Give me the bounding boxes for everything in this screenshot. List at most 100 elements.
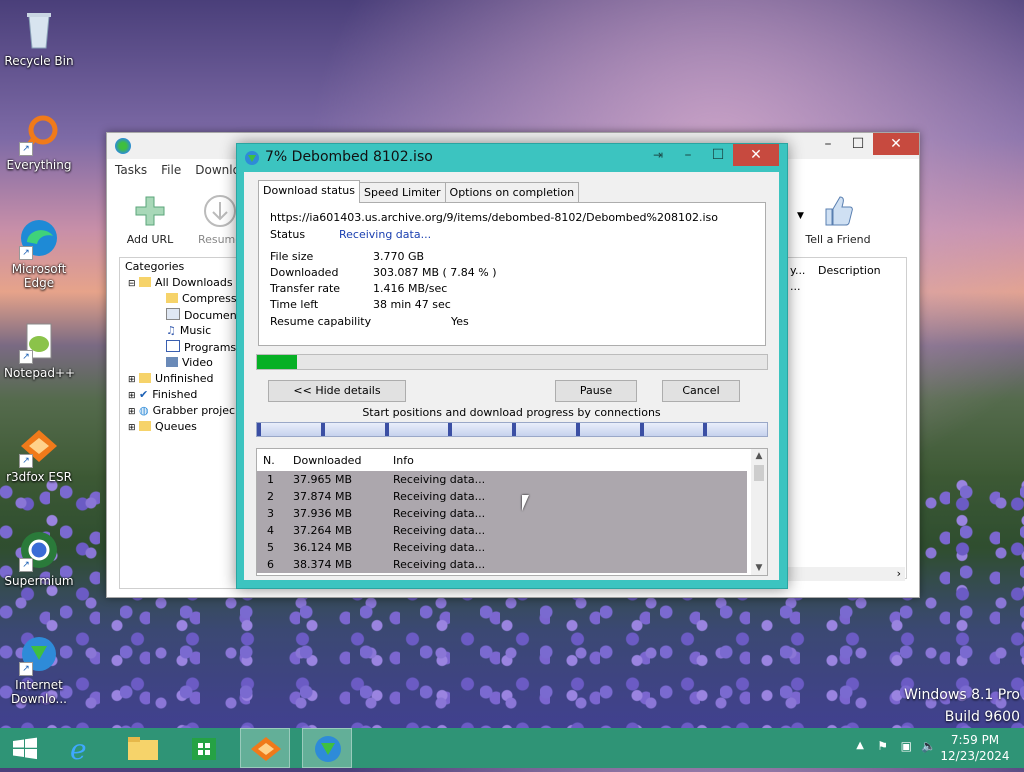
resume-capability-label: Resume capability [270,315,372,328]
tab-options-on-completion[interactable]: Options on completion [444,182,580,203]
time-left-value: 38 min 47 sec [373,298,451,311]
downloaded-label: Downloaded [270,266,339,279]
table-row[interactable]: 4 37.264 MB Receiving data... [257,522,747,539]
tab-speed-limiter[interactable]: Speed Limiter [358,182,446,203]
table-row[interactable]: 5 36.124 MB Receiving data... [257,539,747,556]
tree-unfinished[interactable]: ⊞ Unfinished [128,372,213,385]
action-center-flag-icon[interactable]: ⚑ [877,739,888,753]
column-downloaded[interactable]: Downloaded [293,454,361,467]
clock[interactable]: 7:59 PM 12/23/2024 [940,732,1010,764]
dialog-titlebar[interactable]: 7% Debombed 8102.iso ⇥ – ☐ ✕ [237,144,787,172]
tab-download-status[interactable]: Download status [258,180,360,203]
dialog-maximize-button[interactable]: ☐ [703,144,733,166]
tree-all-downloads[interactable]: ⊟ All Downloads [128,276,233,289]
start-button[interactable] [0,728,50,768]
table-row[interactable]: 1 37.965 MB Receiving data... [257,471,747,488]
volume-muted-icon[interactable]: 🔈 [921,739,936,753]
tree-video[interactable]: Video [166,356,213,369]
r3dfox-icon [251,737,281,761]
table-row[interactable]: 3 37.936 MB Receiving data... [257,505,747,522]
dialog-close-button[interactable]: ✕ [733,144,779,166]
idm-app-icon [115,138,131,154]
network-icon[interactable]: ▣ [901,739,912,753]
desktop-icon-label: Notepad++ [4,366,76,380]
clock-time: 7:59 PM [950,733,1000,747]
desktop-icon-edge[interactable]: ↗ Microsoft Edge [4,216,74,290]
dialog-options-icon[interactable]: ⇥ [643,144,673,166]
desktop-icon-label: Internet Downlo... [11,678,67,706]
desktop-icon-notepadpp[interactable]: ↗ Notepad++ [4,320,76,380]
download-progress-dialog[interactable]: 7% Debombed 8102.iso ⇥ – ☐ ✕ Download st… [236,143,788,589]
thumbs-up-icon [820,193,856,229]
taskbar-file-explorer[interactable] [118,728,168,768]
categories-header: Categories [125,260,185,273]
check-icon: ✔ [139,388,149,401]
desktop-icon-supermium[interactable]: ↗ Supermium [4,528,74,588]
main-minimize-button[interactable]: – [813,133,843,155]
tree-programs[interactable]: Programs [166,340,236,354]
mouse-cursor [522,495,529,511]
tree-queues[interactable]: ⊞ Queues [128,420,197,433]
pause-button[interactable]: Pause [555,380,637,402]
dialog-tabs: Download status Speed Limiter Options on… [258,180,580,203]
idm-icon: ↗ [17,632,61,676]
list-horizontal-scrollbar[interactable]: › [787,567,905,581]
download-url: https://ia601403.us.archive.org/9/items/… [270,211,718,224]
search-icon: ↗ [17,112,61,156]
column-info[interactable]: Info [393,454,414,467]
column-n[interactable]: N. [263,454,275,467]
connections-vertical-scrollbar[interactable]: ▲ ▼ [751,449,767,575]
connections-table[interactable]: N. Downloaded Info 1 37.965 MB Receiving… [256,448,768,576]
download-arrow-icon [202,193,238,229]
connection-marker [575,423,580,436]
add-url-button[interactable]: Add URL [115,189,185,246]
download-list[interactable]: y... Description ... [787,257,907,579]
connection-marker [703,423,708,436]
column-header-partial[interactable]: y... [790,264,805,277]
connections-table-header: N. Downloaded Info [257,449,747,471]
window-icon [166,340,180,352]
menu-downloads[interactable]: Downlo [195,163,240,183]
music-icon: ♫ [166,324,176,337]
time-left-label: Time left [270,298,319,311]
main-close-button[interactable]: ✕ [873,133,919,155]
connection-marker [384,423,389,436]
resume-capability-value: Yes [451,315,469,328]
tell-a-friend-button[interactable]: Tell a Friend [803,189,873,246]
desktop-icon-idm[interactable]: ↗ Internet Downlo... [4,632,74,706]
taskbar-store[interactable] [180,728,230,768]
taskbar-r3dfox[interactable] [240,728,290,768]
hide-details-button[interactable]: << Hide details [268,380,406,402]
tree-music[interactable]: ♫ Music [166,324,211,337]
desktop-icon-label: Microsoft Edge [11,262,67,290]
tree-finished[interactable]: ⊞ ✔ Finished [128,388,197,401]
tell-a-friend-label: Tell a Friend [805,233,871,246]
table-row[interactable]: 6 38.374 MB Receiving data... [257,556,747,573]
tray-overflow-icon[interactable]: ▲ [856,740,864,751]
taskbar-idm[interactable] [302,728,352,768]
taskbar-internet-explorer[interactable]: e [56,728,106,768]
tree-grabber[interactable]: ⊞ ◍ Grabber projec [128,404,235,417]
tree-compressed[interactable]: Compresse [166,292,243,305]
desktop-icon-everything[interactable]: ↗ Everything [4,112,74,172]
scroll-up-icon[interactable]: ▲ [751,451,767,461]
scroll-thumb[interactable] [754,465,764,481]
scroll-down-icon[interactable]: ▼ [751,563,767,573]
menu-tasks[interactable]: Tasks [115,163,147,183]
menu-file[interactable]: File [161,163,181,183]
main-maximize-button[interactable]: ☐ [843,133,873,155]
desktop-icon-r3dfox[interactable]: ↗ r3dfox ESR [4,424,74,484]
folder-icon [139,373,152,383]
scroll-right-icon[interactable]: › [897,567,901,580]
recycle-bin-icon [17,8,61,52]
dialog-minimize-button[interactable]: – [673,144,703,166]
table-row[interactable]: 2 37.874 MB Receiving data... [257,488,747,505]
connection-marker [512,423,516,436]
start-icon [13,737,37,760]
tree-documents[interactable]: Documents [166,308,247,322]
cancel-button[interactable]: Cancel [662,380,740,402]
download-status-panel: https://ia601403.us.archive.org/9/items/… [258,202,766,346]
desktop-icon-recycle-bin[interactable]: Recycle Bin [4,8,74,68]
desktop-icon-label: Supermium [4,574,74,588]
column-header-description[interactable]: Description [818,264,881,277]
